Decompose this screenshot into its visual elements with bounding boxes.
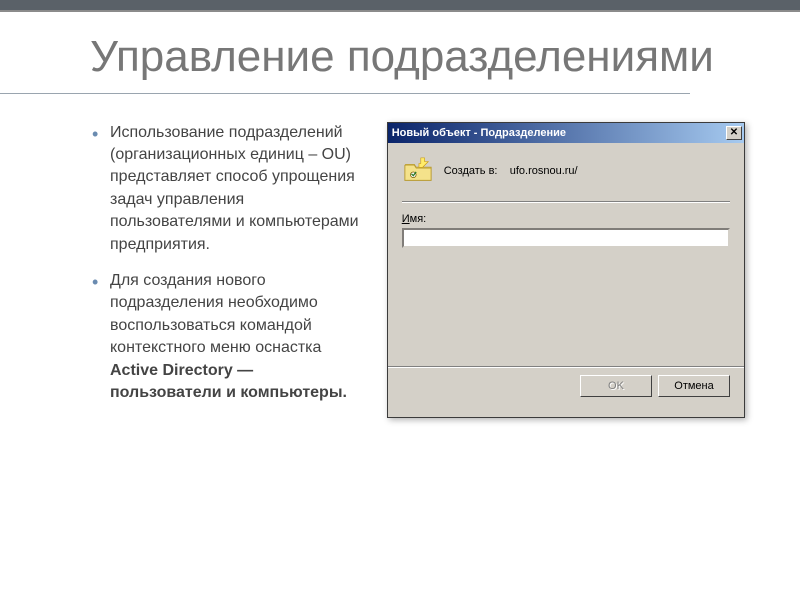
bullet-list: Использование подразделений (организацио… [90,122,362,419]
dialog-spacer [402,248,730,358]
cancel-button[interactable]: Отмена [658,375,730,397]
dialog-body: Создать в: ufo.rosnou.ru/ Имя: [388,143,744,366]
name-field-label: Имя: [402,213,730,225]
slide-title: Управление подразделениями [90,32,745,83]
slide-content: Управление подразделениями Использование… [0,12,800,418]
bullet-text: Для создания нового подразделения необхо… [110,272,321,356]
bullet-bold: Active Directory — пользователи и компью… [110,362,347,401]
name-input[interactable] [402,228,730,248]
ok-button[interactable]: OK [580,375,652,397]
ou-folder-icon [402,155,434,187]
title-underline [0,93,690,94]
close-icon[interactable]: ✕ [726,126,742,140]
dialog-title: Новый объект - Подразделение [392,127,566,139]
new-ou-dialog: Новый объект - Подразделение ✕ [387,122,745,419]
dialog-header-row: Создать в: ufo.rosnou.ru/ [402,155,730,187]
dialog-divider [402,201,730,203]
bullet-text: Использование подразделений (организацио… [110,124,359,253]
create-in-label: Создать в: [444,165,498,177]
slide-top-bar [0,0,800,12]
create-in-row: Создать в: ufo.rosnou.ru/ [444,165,578,177]
body-row: Использование подразделений (организацио… [90,122,745,419]
list-item: Для создания нового подразделения необхо… [110,270,362,404]
dialog-titlebar[interactable]: Новый объект - Подразделение ✕ [388,123,744,143]
list-item: Использование подразделений (организацио… [110,122,362,256]
create-in-path: ufo.rosnou.ru/ [510,165,578,177]
dialog-button-row: OK Отмена [388,366,744,407]
